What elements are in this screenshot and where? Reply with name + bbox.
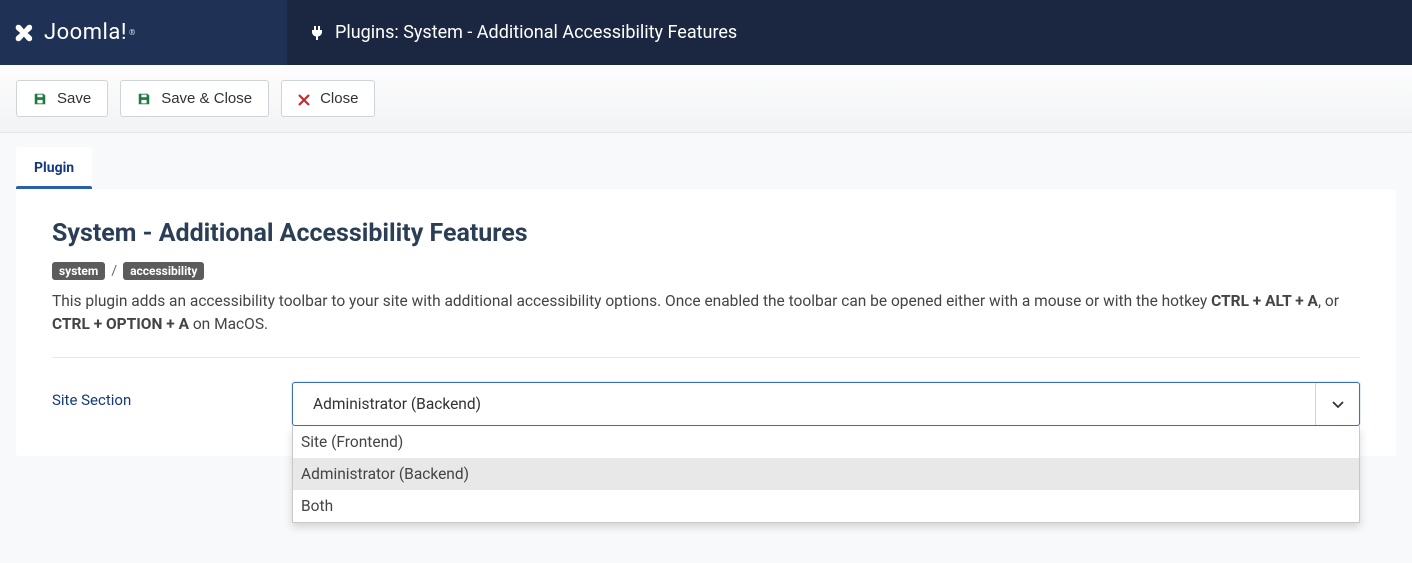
tab-plugin[interactable]: Plugin bbox=[16, 147, 92, 189]
brand-reg: ® bbox=[129, 28, 135, 37]
divider bbox=[52, 357, 1360, 358]
desc-mid: , or bbox=[1318, 292, 1339, 310]
page-title: Plugins: System - Additional Accessibili… bbox=[335, 22, 737, 43]
close-button-label: Close bbox=[320, 90, 358, 107]
header-title-bar: Plugins: System - Additional Accessibili… bbox=[287, 0, 1412, 65]
tag-system: system bbox=[52, 262, 105, 280]
brand-area[interactable]: Joomla! ® bbox=[0, 0, 287, 65]
plugin-tags: system / accessibility bbox=[52, 262, 1360, 280]
save-icon bbox=[33, 92, 47, 106]
tag-separator: / bbox=[111, 263, 117, 279]
site-section-label: Site Section bbox=[52, 382, 292, 409]
close-button[interactable]: Close bbox=[281, 80, 375, 117]
dropdown-option-backend[interactable]: Administrator (Backend) bbox=[293, 458, 1359, 490]
select-arrow[interactable] bbox=[1315, 383, 1359, 425]
save-icon bbox=[137, 92, 151, 106]
save-close-button[interactable]: Save & Close bbox=[120, 80, 269, 117]
save-close-button-label: Save & Close bbox=[161, 90, 252, 107]
save-button-label: Save bbox=[57, 90, 91, 107]
tab-plugin-label: Plugin bbox=[34, 160, 74, 176]
panel: System - Additional Accessibility Featur… bbox=[16, 189, 1396, 456]
plugin-description: This plugin adds an accessibility toolba… bbox=[52, 290, 1360, 337]
chevron-down-icon bbox=[1331, 397, 1345, 411]
site-section-dropdown: Site (Frontend) Administrator (Backend) … bbox=[292, 426, 1360, 523]
plugin-title: System - Additional Accessibility Featur… bbox=[52, 219, 1360, 248]
tag-accessibility: accessibility bbox=[123, 262, 204, 280]
close-icon bbox=[298, 93, 310, 105]
brand-name: Joomla! bbox=[44, 20, 127, 45]
tabs: Plugin bbox=[16, 147, 1396, 189]
desc-suffix: on MacOS. bbox=[189, 315, 268, 333]
site-section-selected-value: Administrator (Backend) bbox=[293, 395, 1315, 413]
plug-icon bbox=[309, 25, 325, 41]
form-row-site-section: Site Section Administrator (Backend) Sit… bbox=[52, 382, 1360, 426]
dropdown-option-both[interactable]: Both bbox=[293, 490, 1359, 522]
toolbar: Save Save & Close Close bbox=[0, 65, 1412, 133]
dropdown-option-frontend[interactable]: Site (Frontend) bbox=[293, 426, 1359, 458]
hotkey-1: CTRL + ALT + A bbox=[1211, 292, 1318, 310]
site-section-select[interactable]: Administrator (Backend) bbox=[292, 382, 1360, 426]
save-button[interactable]: Save bbox=[16, 80, 108, 117]
desc-prefix: This plugin adds an accessibility toolba… bbox=[52, 292, 1211, 310]
hotkey-2: CTRL + OPTION + A bbox=[52, 315, 189, 333]
joomla-logo-icon bbox=[12, 22, 34, 44]
